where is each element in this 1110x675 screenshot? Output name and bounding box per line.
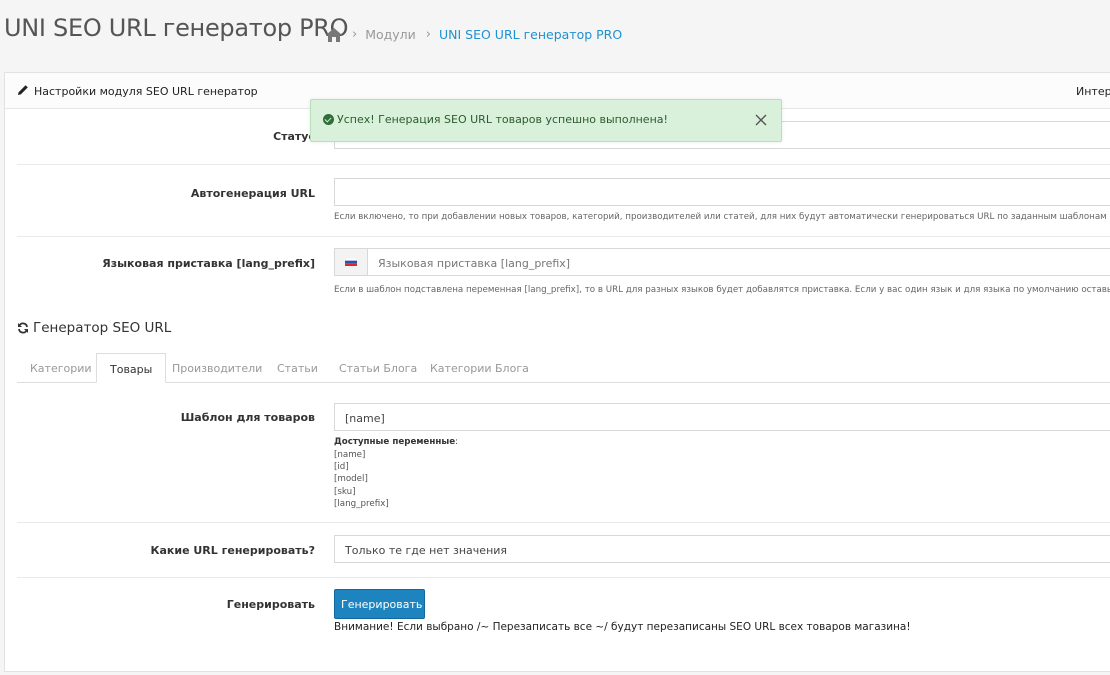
breadcrumb-item-modules[interactable]: Модули [365,27,416,42]
lang-prefix-help: Если в шаблон подставлена переменная [la… [334,285,1110,295]
var-item: [lang_prefix] [334,499,389,509]
generator-tabs: Категории Товары Производители Статьи Ст… [17,353,1110,383]
lang-prefix-input[interactable]: Языковая приставка [lang_prefix] [367,248,1110,276]
panel-heading-right-text: Интерн [1076,85,1110,98]
autogen-label: Автогенерация URL [190,187,315,200]
divider [17,236,1110,237]
chevron-right-icon: › [425,27,431,42]
success-alert: Успех! Генерация SEO URL товаров успешно… [310,99,782,142]
available-vars-label: Доступные переменные: [334,437,458,447]
which-urls-select[interactable]: Только те где нет значения [334,535,1110,563]
status-label: Статус [273,130,315,143]
autogen-select[interactable] [334,178,1110,206]
page-title: UNI SEO URL генератор PRO [4,14,349,42]
pencil-icon [18,85,28,95]
divider [17,164,1110,165]
divider [17,577,1110,578]
home-icon[interactable] [326,27,342,42]
generate-button[interactable]: Генерировать [334,589,425,619]
overwrite-warning: Внимание! Если выбрано /~ Перезаписать в… [334,621,911,633]
breadcrumb-item-current[interactable]: UNI SEO URL генератор PRO [439,27,622,42]
language-addon [334,248,368,276]
which-urls-label: Какие URL генерировать? [150,544,316,557]
tab-articles[interactable]: Статьи [264,353,331,382]
var-item: [model] [334,474,368,484]
close-icon[interactable] [754,113,768,127]
tab-manufacturers[interactable]: Производители [159,353,275,382]
check-circle-icon [323,114,334,125]
generate-label: Генерировать [226,598,315,611]
generator-title: Генератор SEO URL [17,320,171,336]
divider [17,522,1110,523]
tab-blog-articles[interactable]: Статьи Блога [326,353,430,382]
available-vars-label-text: Доступные переменные [334,437,456,447]
chevron-right-icon: › [352,27,358,42]
panel-heading-title: Настройки модуля SEO URL генератор [34,85,258,98]
var-item: [id] [334,462,349,472]
russia-flag-icon [345,258,357,266]
var-item: [name] [334,450,366,460]
var-item: [sku] [334,487,356,497]
available-vars-colon: : [455,437,459,447]
generator-title-text: Генератор SEO URL [33,320,172,336]
tab-categories[interactable]: Категории [17,353,105,382]
lang-prefix-label: Языковая приставка [lang_prefix] [102,257,315,270]
success-alert-text: Успех! Генерация SEO URL товаров успешно… [337,113,668,126]
tab-products[interactable]: Товары [96,353,167,383]
tab-blog-categories[interactable]: Категории Блога [417,353,542,382]
template-input[interactable]: [name] [334,403,1110,431]
breadcrumb: › Модули › UNI SEO URL генератор PRO [326,27,622,42]
refresh-icon [18,322,28,334]
settings-panel: Настройки модуля SEO URL генератор Интер… [4,72,1110,672]
autogen-help: Если включено, то при добавлении новых т… [334,212,1107,222]
template-label: Шаблон для товаров [180,411,315,424]
